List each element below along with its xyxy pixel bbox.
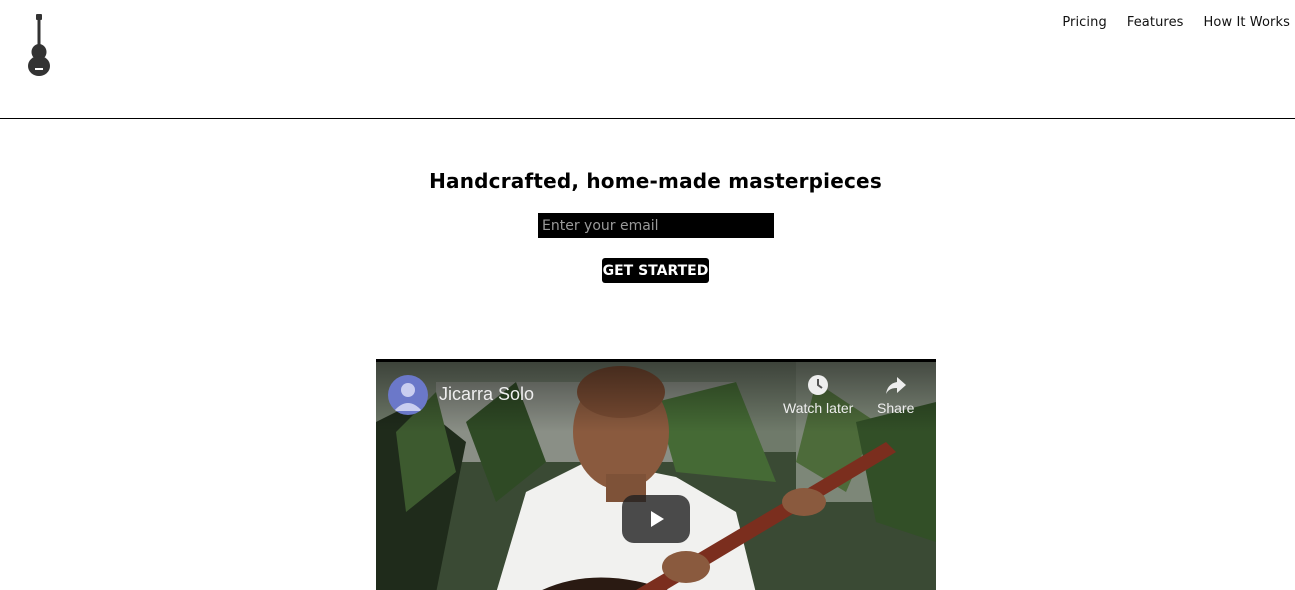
site-header: Pricing Features How It Works [0,0,1295,119]
user-avatar-icon[interactable] [388,375,428,415]
play-icon [651,511,664,527]
nav-link-features[interactable]: Features [1127,15,1184,30]
ukulele-icon[interactable] [26,14,52,76]
email-input[interactable] [538,213,774,238]
main-nav: Pricing Features How It Works [1062,15,1290,30]
share-arrow-icon [885,377,906,394]
watch-later-button[interactable]: Watch later [783,374,853,416]
clock-icon [808,375,829,395]
nav-link-how-it-works[interactable]: How It Works [1204,15,1290,30]
get-started-button[interactable]: GET STARTED [602,258,709,283]
watch-later-label: Watch later [783,400,854,416]
play-button[interactable] [622,495,690,543]
nav-link-pricing[interactable]: Pricing [1062,15,1107,30]
hero-title: Handcrafted, home-made masterpieces [429,169,882,193]
share-label: Share [877,400,915,416]
video-player[interactable]: Jicarra Solo Watch later Share [376,359,936,590]
video-title[interactable]: Jicarra Solo [439,384,534,405]
share-button[interactable]: Share [877,374,914,416]
